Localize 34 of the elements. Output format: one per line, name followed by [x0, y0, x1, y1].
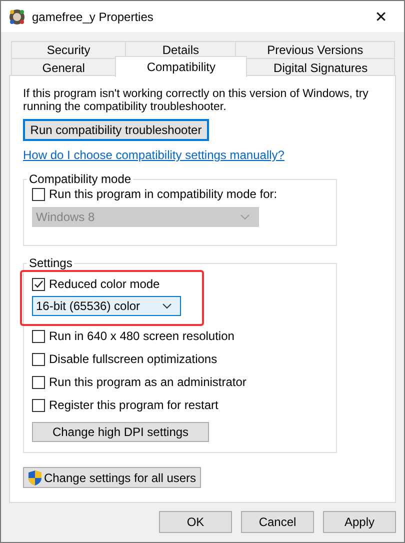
close-button[interactable]: ✕ — [358, 1, 404, 32]
color-dropdown[interactable]: 16-bit (65536) color — [32, 296, 181, 316]
all-users-button[interactable]: Change settings for all users — [23, 467, 201, 488]
checkbox-label: Run this program as an administrator — [49, 375, 246, 389]
tab[interactable]: Previous Versions — [235, 41, 395, 58]
dpi-settings-button[interactable]: Change high DPI settings — [32, 422, 209, 442]
intro-text: If this program isn't working correctly on this version of Windows, try running the compatibility troubleshooter. — [23, 88, 370, 114]
shield-icon — [28, 470, 42, 486]
chevron-down-icon — [162, 303, 172, 309]
chevron-down-icon — [240, 214, 250, 220]
group-legend: Compatibility mode — [27, 172, 134, 186]
checkbox-label: Run in 640 x 480 screen resolution — [49, 329, 234, 343]
app-icon — [9, 8, 25, 24]
checkbox[interactable] — [32, 398, 45, 412]
checkbox-label: Disable fullscreen optimizations — [49, 352, 218, 366]
window-title: gamefree_y Properties — [32, 10, 154, 24]
checkbox-label: Register this program for restart — [49, 398, 218, 412]
checkbox[interactable] — [32, 188, 45, 200]
tab[interactable]: Security — [11, 41, 126, 58]
tab[interactable]: General — [11, 58, 116, 76]
checkbox[interactable] — [32, 330, 45, 342]
group-legend: Settings — [27, 256, 74, 270]
checkbox[interactable] — [32, 376, 45, 388]
checkbox-label: Reduced color mode — [49, 277, 160, 291]
help-link[interactable]: How do I choose compatibility settings manually? — [23, 148, 284, 162]
dialog-button[interactable]: Cancel — [241, 511, 314, 533]
checkbox-label: Run this program in compatibility mode for: — [49, 187, 278, 201]
checkbox[interactable] — [32, 278, 45, 290]
troubleshooter-button[interactable]: Run compatibility troubleshooter — [23, 119, 209, 141]
dialog-button[interactable]: Apply — [323, 511, 396, 533]
checkbox[interactable] — [32, 352, 45, 366]
tab[interactable]: Compatibility — [115, 56, 248, 77]
tab[interactable]: Digital Signatures — [246, 58, 395, 76]
dialog-button[interactable]: OK — [159, 511, 232, 533]
